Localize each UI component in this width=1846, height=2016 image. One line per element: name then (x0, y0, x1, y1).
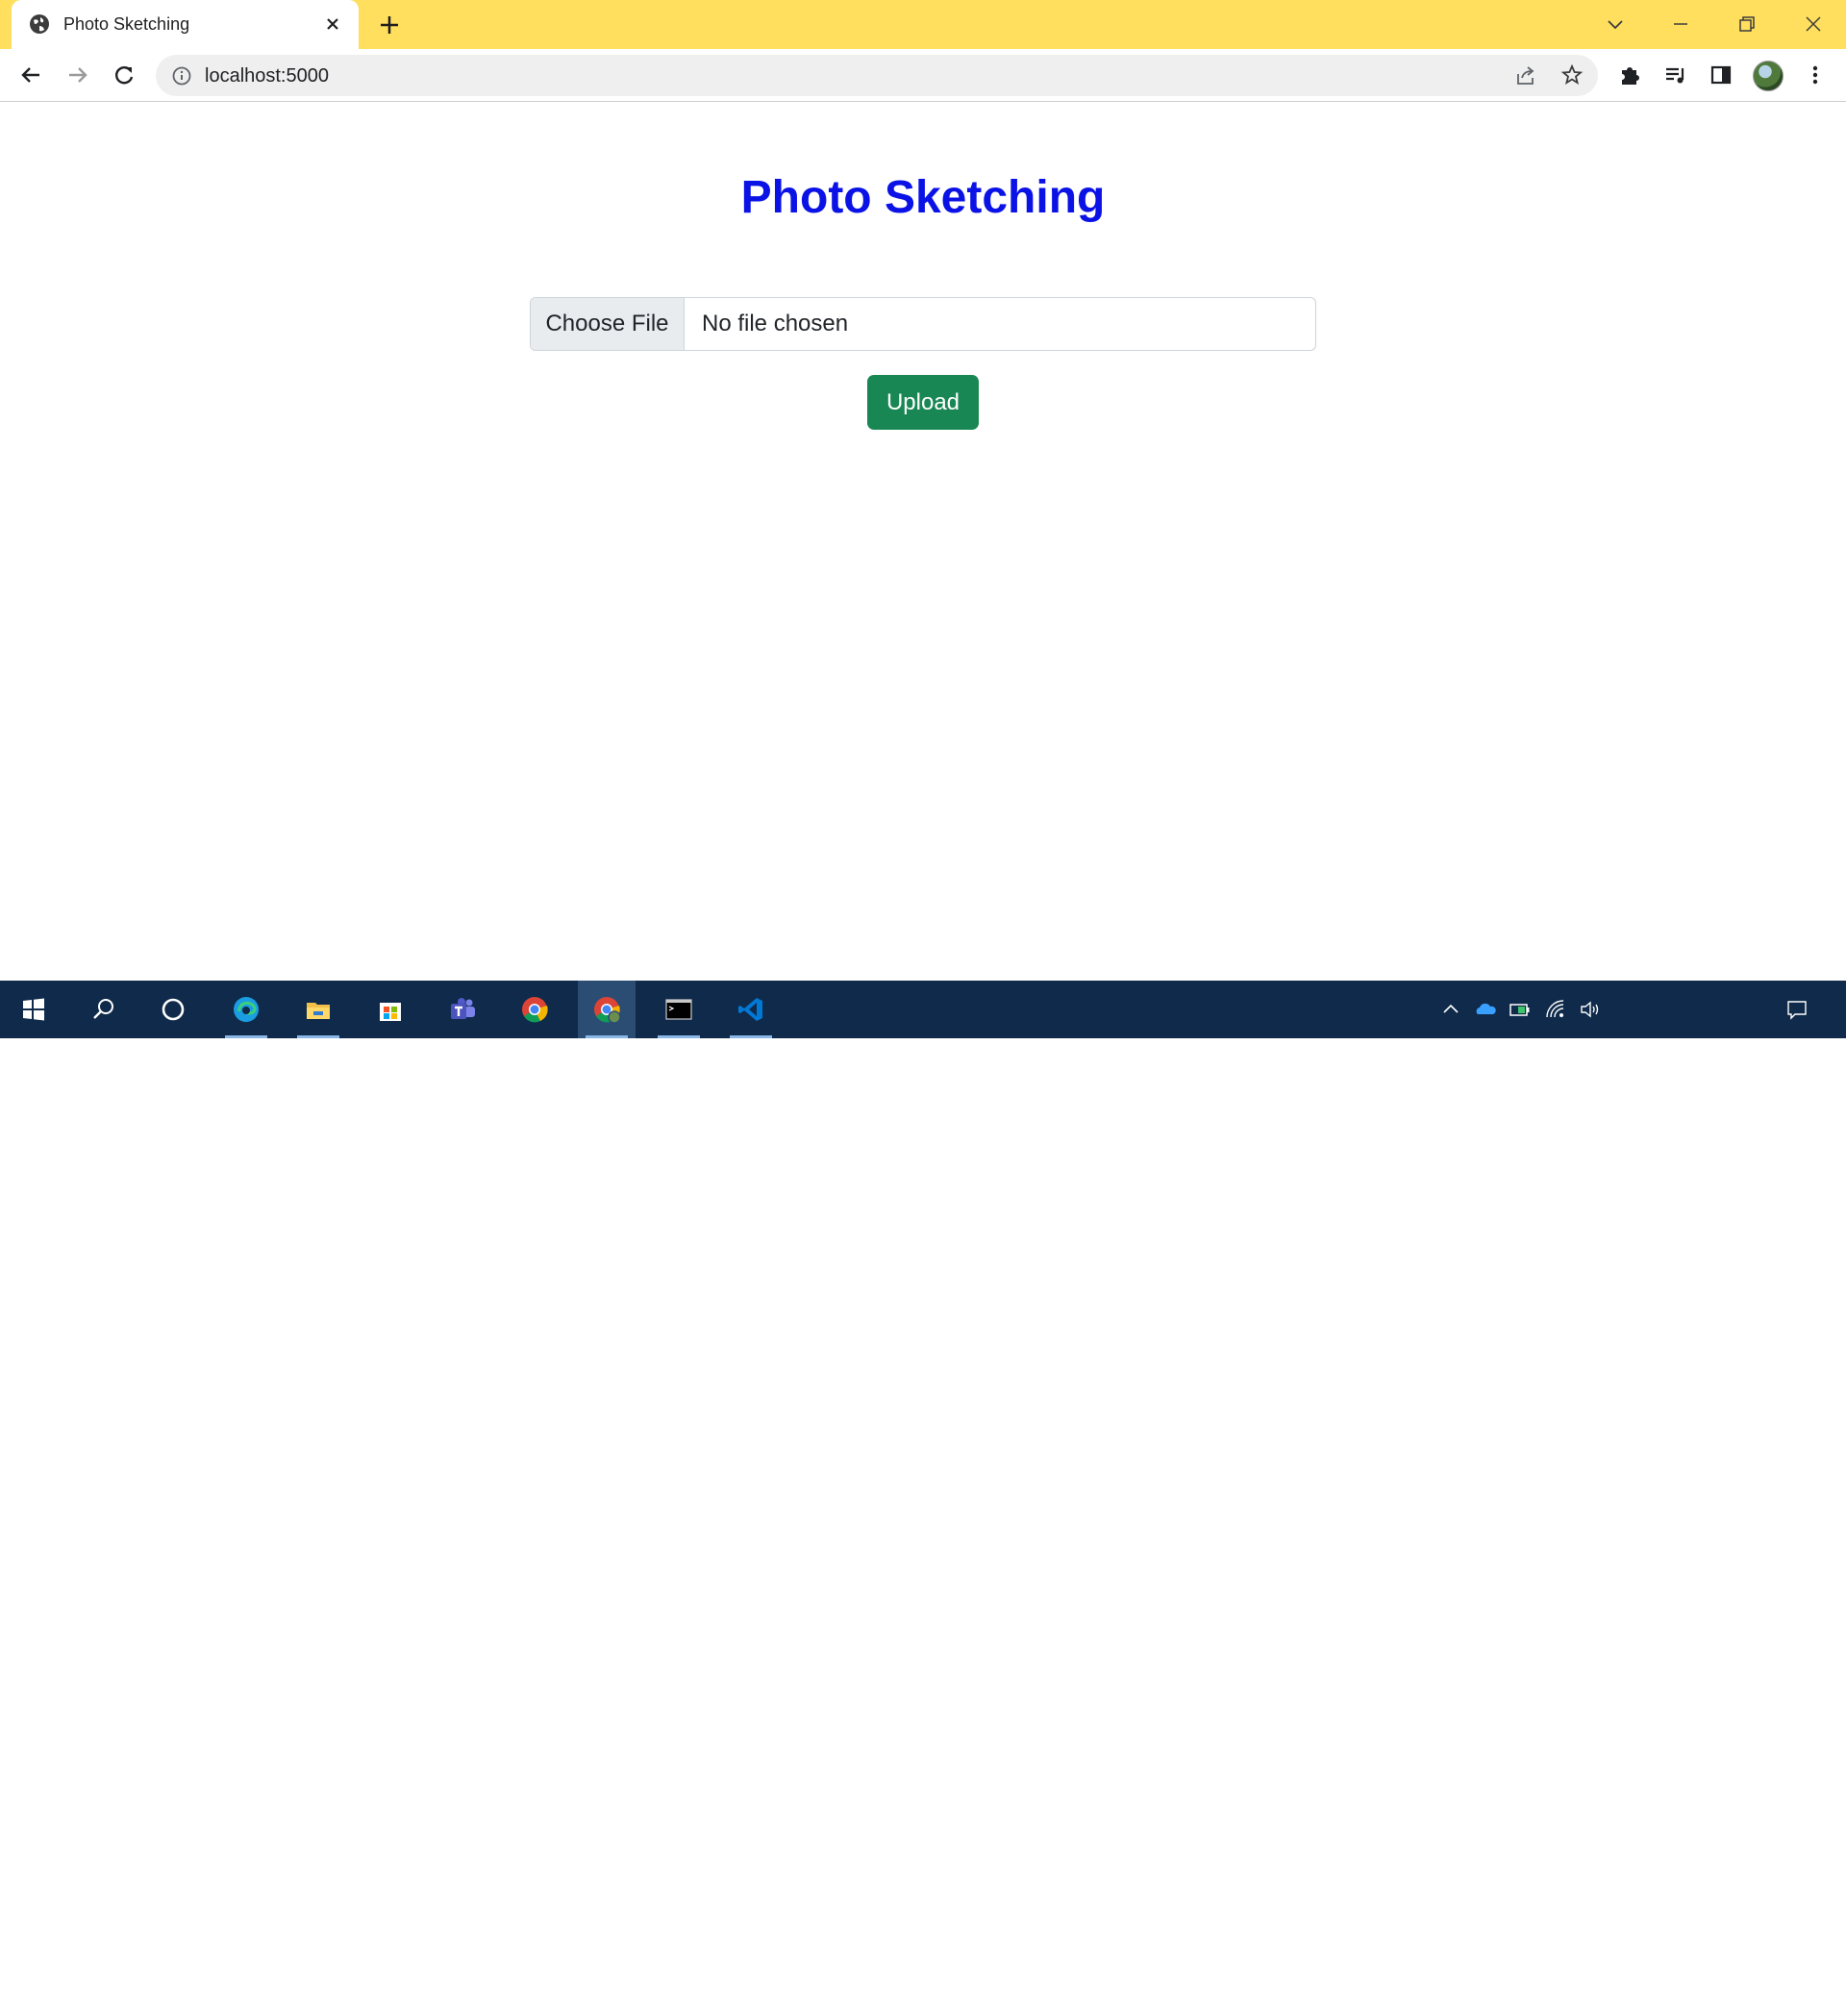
taskbar-store[interactable] (362, 981, 419, 1038)
url-text: localhost:5000 (205, 65, 329, 87)
edge-icon (234, 997, 259, 1022)
globe-icon (30, 14, 49, 34)
start-icon (23, 998, 44, 1021)
volume-icon[interactable] (1579, 998, 1602, 1021)
taskbar-edge[interactable] (217, 981, 275, 1038)
back-icon[interactable] (16, 61, 45, 89)
browser-toolbar: localhost:5000 (0, 49, 1846, 102)
tab-title: Photo Sketching (63, 14, 190, 34)
taskbar-chrome[interactable] (506, 981, 563, 1038)
profile-avatar[interactable] (1753, 61, 1784, 91)
onedrive-icon[interactable] (1474, 998, 1497, 1021)
vscode-icon (738, 998, 762, 1021)
show-hidden-icons-icon[interactable] (1439, 998, 1462, 1021)
minimize-icon[interactable] (1665, 9, 1696, 39)
cortana-button[interactable] (144, 981, 202, 1038)
taskbar-vscode[interactable] (722, 981, 780, 1038)
taskbar-clock[interactable]: 20:09 01-08-2022 (1668, 1966, 1755, 2016)
start-button[interactable] (5, 981, 62, 1038)
close-tab-icon[interactable] (322, 13, 343, 35)
more-menu-icon[interactable] (1801, 61, 1830, 89)
taskbar-file-explorer[interactable] (289, 981, 347, 1038)
browser-tab[interactable]: Photo Sketching (12, 0, 359, 49)
clock-date: 01-08-2022 (1669, 1994, 1754, 2012)
cortana-icon (162, 998, 185, 1021)
close-window-icon[interactable] (1798, 9, 1829, 39)
terminal-icon (665, 999, 692, 1020)
site-info-icon[interactable] (171, 65, 192, 87)
file-status-text: No file chosen (702, 311, 849, 336)
forward-icon[interactable] (63, 61, 92, 89)
media-control-icon[interactable] (1661, 61, 1690, 89)
teams-icon (451, 998, 475, 1019)
choose-file-button[interactable]: Choose File (531, 298, 685, 350)
share-icon[interactable] (1514, 64, 1537, 87)
upload-button[interactable]: Upload (867, 375, 979, 430)
taskbar-terminal[interactable] (650, 981, 708, 1038)
search-button[interactable] (75, 981, 133, 1038)
page-title: Photo Sketching (740, 172, 1106, 223)
extensions-icon[interactable] (1616, 61, 1645, 89)
chrome-icon (522, 997, 548, 1023)
side-panel-icon[interactable] (1707, 61, 1735, 89)
address-bar[interactable]: localhost:5000 (156, 55, 1598, 96)
store-icon (380, 1003, 401, 1021)
bookmark-star-icon[interactable] (1560, 63, 1584, 87)
file-explorer-icon (307, 1003, 330, 1019)
tab-search-icon[interactable] (1600, 9, 1631, 39)
notifications-icon[interactable] (1785, 998, 1809, 1021)
battery-icon[interactable] (1509, 998, 1532, 1021)
reload-icon[interactable] (110, 61, 138, 89)
wifi-icon[interactable] (1544, 998, 1567, 1021)
taskbar: ENG 20:09 01-08-2022 (0, 981, 1846, 2012)
chrome-profile-icon (594, 997, 621, 1024)
language-indicator[interactable]: ENG (1616, 1979, 1652, 1999)
search-icon (93, 999, 113, 1019)
taskbar-chrome-profile[interactable] (578, 981, 636, 1038)
new-tab-icon[interactable] (377, 12, 402, 37)
taskbar-teams[interactable] (434, 981, 491, 1038)
restore-icon[interactable] (1732, 9, 1762, 39)
file-input[interactable]: Choose File No file chosen (530, 297, 1316, 351)
clock-time: 20:09 (1690, 1969, 1733, 1987)
browser-title-bar: Photo Sketching (0, 0, 1846, 49)
